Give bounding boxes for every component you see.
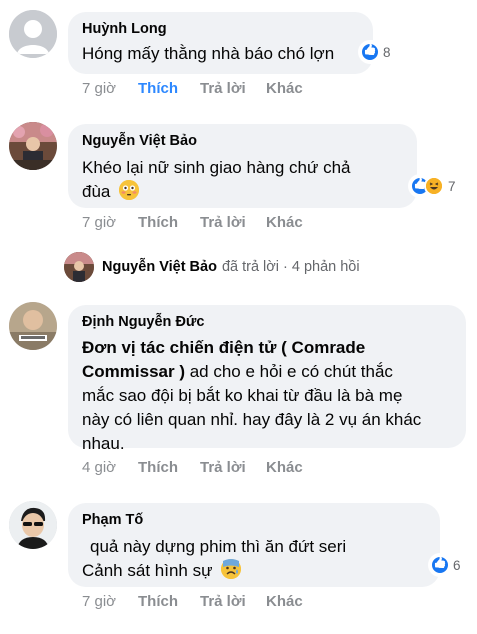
more-button[interactable]: Khác [266, 80, 303, 97]
reaction-count: 8 [383, 44, 391, 60]
comment-text-line: mắc sao đội bị bắt ko khai từ đầu là bà … [82, 386, 403, 405]
like-button[interactable]: Thích [138, 80, 200, 97]
default-avatar-icon [9, 10, 57, 58]
comment-time[interactable]: 7 giờ [82, 80, 138, 97]
reply-button[interactable]: Trả lời [200, 459, 266, 476]
comment-text-line: đùa [82, 180, 403, 204]
reaction-count: 7 [448, 178, 456, 194]
comment-bubble: Định Nguyễn Đức Đơn vị tác chiến điện tử… [68, 305, 466, 453]
comment-text-segment: ad cho e hỏi e có chút thắc [184, 362, 393, 381]
comment-text-line: Khéo lại nữ sinh giao hàng chứ chả [82, 158, 351, 177]
avatar[interactable] [9, 122, 57, 170]
reply-verb: đã trả lời [221, 259, 280, 275]
comment-actions: 7 giờ Thích Trả lời Khác [82, 214, 303, 231]
reply-count: 4 phản hồi [291, 259, 360, 275]
comment-bubble: Phạm Tố quả này dựng phim thì ăn đứt ser… [68, 503, 440, 587]
comment-actions: 7 giờ Thích Trả lời Khác [82, 80, 303, 97]
reaction-summary[interactable]: 8 [358, 40, 395, 64]
comment-author[interactable]: Định Nguyễn Đức [82, 313, 452, 332]
comment-author[interactable]: Nguyễn Việt Bảo [82, 132, 403, 151]
like-button[interactable]: Thích [138, 459, 200, 476]
reply-button[interactable]: Trả lời [200, 593, 266, 610]
comment-text-line: này có liên quan nhỉ. hay đây là 2 vụ án… [82, 410, 422, 429]
comment-text-segment: Cảnh sát hình sự [82, 561, 213, 580]
haha-reaction-icon [424, 176, 444, 196]
more-button[interactable]: Khác [266, 214, 303, 231]
avatar-photo [9, 122, 57, 170]
avatar-photo [9, 302, 57, 350]
comment-time[interactable]: 4 giờ [82, 459, 138, 476]
avatar[interactable] [9, 10, 57, 58]
reply-button[interactable]: Trả lời [200, 214, 266, 231]
comment-text: Hóng mấy thằng nhà báo chó lợn [82, 44, 335, 63]
mentioned-page-link[interactable]: Đơn vị tác chiến điện tử ( Comrade [82, 338, 365, 357]
comment-bubble: Huỳnh Long Hóng mấy thằng nhà báo chó lợ… [68, 12, 373, 74]
like-reaction-icon [360, 42, 380, 62]
more-button[interactable]: Khác [266, 593, 303, 610]
comment-actions: 4 giờ Thích Trả lời Khác [82, 459, 303, 476]
more-button[interactable]: Khác [266, 459, 303, 476]
avatar[interactable] [9, 501, 57, 549]
comment-text-line: nhau. [82, 434, 125, 453]
comment-text-line: Commissar ) ad cho e hỏi e có chút thắc [82, 360, 452, 384]
reaction-summary[interactable]: 6 [428, 553, 465, 577]
like-reaction-icon [430, 555, 450, 575]
comment-actions: 7 giờ Thích Trả lời Khác [82, 593, 303, 610]
reply-author-avatar [64, 252, 94, 282]
comment-text-line: quả này dựng phim thì ăn đứt seri [82, 535, 426, 559]
reaction-count: 6 [453, 557, 461, 573]
like-button[interactable]: Thích [138, 214, 200, 231]
flushed-face-emoji [119, 180, 140, 200]
view-replies-link[interactable]: ↳ Nguyễn Việt Bảo đã trả lời · 4 phản hồ… [64, 252, 360, 282]
comment-time[interactable]: 7 giờ [82, 593, 138, 610]
reply-author-name: Nguyễn Việt Bảo [102, 259, 217, 275]
reaction-summary[interactable]: 7 [408, 174, 460, 198]
comment-text-segment: đùa [82, 182, 111, 201]
comment-text-line: Cảnh sát hình sự [82, 559, 426, 583]
like-button[interactable]: Thích [138, 593, 200, 610]
mentioned-page-link[interactable]: Commissar ) [82, 362, 185, 381]
reply-button[interactable]: Trả lời [200, 80, 266, 97]
comment-author[interactable]: Huỳnh Long [82, 20, 359, 39]
anxious-face-emoji [221, 559, 242, 579]
comment-text-segment: quả này dựng phim thì ăn đứt seri [90, 537, 347, 556]
reply-separator: · [283, 259, 288, 275]
avatar[interactable] [9, 302, 57, 350]
comment-time[interactable]: 7 giờ [82, 214, 138, 231]
comment-author[interactable]: Phạm Tố [82, 511, 426, 530]
avatar-photo [9, 501, 57, 549]
comment-text-line: Đơn vị tác chiến điện tử ( Comrade [82, 336, 452, 360]
comment-bubble: Nguyễn Việt Bảo Khéo lại nữ sinh giao hà… [68, 124, 417, 208]
